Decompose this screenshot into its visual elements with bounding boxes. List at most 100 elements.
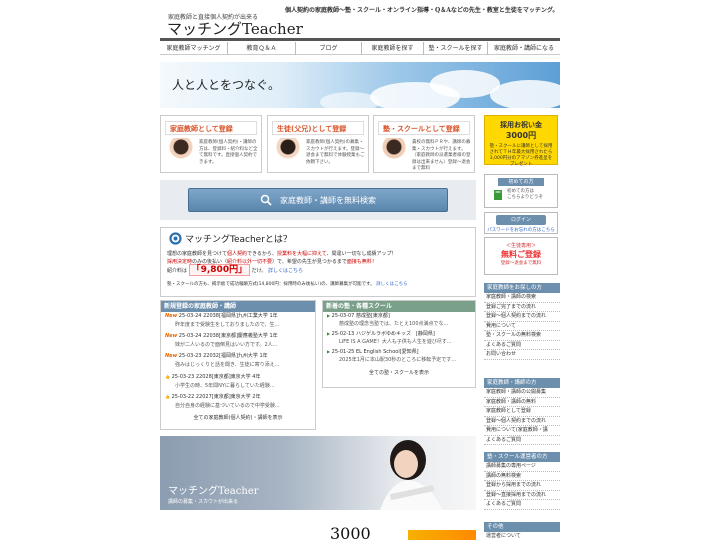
login-button[interactable]: ログイン xyxy=(496,215,546,225)
free-search-label: 家庭教師・講師を無料検索 xyxy=(280,195,376,205)
register-student-card[interactable]: 生徒(父兄)として登録 家庭教師(個人契約)の募集・スカウトが行えます。登録〜退… xyxy=(267,115,369,173)
hero-text: 人と人とをつなぐ。 xyxy=(172,78,281,92)
side-section-heading: その他 xyxy=(484,522,560,532)
register-teacher-title[interactable]: 家庭教師として登録 xyxy=(165,121,257,135)
side-link[interactable]: お問い合わせ xyxy=(484,350,560,360)
all-teachers-link[interactable]: 全ての家庭教師(個人契約)・講師を表示 xyxy=(161,414,315,421)
register-student-title[interactable]: 生徒(父兄)として登録 xyxy=(272,121,364,135)
search-band: 家庭教師・講師を無料検索 xyxy=(160,180,476,220)
bottom-banner[interactable]: 3000 xyxy=(160,526,476,540)
side-section-heading: 家庭教師・講師の方 xyxy=(484,378,560,388)
side-link[interactable]: 運営者について xyxy=(484,532,560,540)
side-link[interactable]: よくあるご質問 xyxy=(484,500,560,510)
bonus-banner[interactable]: 採用お祝い金 3000円 塾・スクールに講師として採用されてＴＨ年最大採用された… xyxy=(484,115,558,167)
site-tagline: 個人契約の家庭教師〜塾・スクール・オンライン指導・Q＆Aなどの先生・教室と生徒を… xyxy=(285,7,559,14)
teacher-photo xyxy=(167,138,195,170)
school-row[interactable]: ▶ 25-01-25 EL English School[愛知県] 2025年1月… xyxy=(323,348,475,366)
nav-item-qa[interactable]: 教育Ｑ＆Ａ xyxy=(228,42,296,55)
search-icon xyxy=(260,194,272,206)
side-section-heading: 塾・スクール運営者の方 xyxy=(484,452,560,462)
register-school-card[interactable]: 塾・スクールとして登録 貴校の無料ＰＲや、講師の募集・スカウトが行えます。（家庭… xyxy=(373,115,475,173)
side-link[interactable]: 家庭教師・講師の無料 xyxy=(484,398,560,407)
teacher-row[interactable]: New 25-03-24 22038[東京都]慶應義塾大学 1年 妹が二人いるので… xyxy=(161,332,315,352)
new-schools-panel: 新着の塾・各種スクール ▶ 25-03-07 慈成塾[東京都] 慈成塾の理念当塾で… xyxy=(322,300,476,388)
login-box: ログイン パスワードをお忘れの方はこちら xyxy=(484,212,558,234)
fee-price: 「9,800円」 xyxy=(188,264,251,276)
forgot-password-link[interactable]: パスワードをお忘れの方はこちら xyxy=(485,227,557,233)
side-link[interactable]: 家庭教師として登録 xyxy=(484,407,560,417)
all-schools-link[interactable]: 全ての塾・スクールを表示 xyxy=(339,369,459,376)
arrow-icon: ▶ xyxy=(327,313,331,318)
side-link[interactable]: よくあるご質問 xyxy=(484,341,560,350)
promo-banner[interactable]: マッチングTeacher 講師の募集・スカウトが出来る xyxy=(160,436,476,510)
side-link[interactable]: 家庭教師・講師の検索 xyxy=(484,293,560,303)
hero-banner: 人と人とをつなぐ。 xyxy=(160,62,560,108)
side-link[interactable]: 登録ご完了までの流れ xyxy=(484,303,560,312)
new-schools-heading: 新着の塾・各種スクール xyxy=(323,301,475,312)
side-link[interactable]: 登録〜個人契約までの流れ xyxy=(484,417,560,426)
student-only-label: ＜生徒専用＞ xyxy=(505,243,536,249)
side-link[interactable]: 講師募集の専用ページ xyxy=(484,462,560,472)
new-teachers-panel: 新規登録の家庭教師・講師 New 25-03-24 22038[福岡県]九州工業… xyxy=(160,300,316,430)
side-section-parents: 家庭教師をお探しの方 家庭教師・講師の検索 登録ご完了までの流れ 登録〜個人契約… xyxy=(484,283,560,360)
nav-item-matching[interactable]: 家庭教師マッチング xyxy=(160,42,228,55)
school-photo xyxy=(380,138,408,170)
side-section-schools: 塾・スクール運営者の方 講師募集の専用ページ 講師の無料検索 登録から採用までの… xyxy=(484,452,560,510)
promo-subtitle: 講師の募集・スカウトが出来る xyxy=(168,499,239,505)
main-nav: 家庭教師マッチング 教育Ｑ＆Ａ ブログ 家庭教師を探す 塾・スクールを探す 家庭… xyxy=(160,42,560,55)
about-text: 理想の家庭教師を見つけて個人契約できるから、授業料を大幅に抑えて、間違い一切なし… xyxy=(167,251,397,276)
teacher-row[interactable]: 👍 25-03-23 22028[東京都]東京大学 4年 小学生の時、5年間NYに… xyxy=(161,372,315,392)
side-section-other: その他 運営者について xyxy=(484,522,560,540)
new-teachers-heading: 新規登録の家庭教師・講師 xyxy=(161,301,315,312)
first-time-heading: 初めての方 xyxy=(498,178,544,186)
bottom-banner-accent xyxy=(408,530,476,540)
bonus-amount: 3000円 xyxy=(505,131,537,140)
side-section-teachers: 家庭教師・講師の方 家庭教師・講師の公開募集 家庭教師・講師の無料 家庭教師とし… xyxy=(484,378,560,445)
bonus-title: 採用お祝い金 xyxy=(500,121,542,129)
register-school-title[interactable]: 塾・スクールとして登録 xyxy=(378,121,470,135)
teacher-row[interactable]: New 25-03-24 22038[福岡県]九州工業大学 1年 昨年度まで受験生… xyxy=(161,312,315,332)
bottom-banner-number: 3000 xyxy=(330,526,371,540)
fee-details-link[interactable]: 詳しくはこちら xyxy=(268,268,303,274)
arrow-icon: ▶ xyxy=(327,349,331,354)
register-student-desc: 家庭教師(個人契約)の募集・スカウトが行えます。登録〜退会まで無料で体験授業もご… xyxy=(306,140,365,165)
side-section-heading: 家庭教師をお探しの方 xyxy=(484,283,560,293)
side-link[interactable]: 登録〜個人契約までの流れ xyxy=(484,312,560,322)
side-link[interactable]: 講師の無料検索 xyxy=(484,472,560,481)
about-school-text: 塾・スクールの方も、掲示板で成功報酬方式(14,800円：採用時のみ後払い)の、… xyxy=(167,282,408,287)
side-link[interactable]: 登録〜直接採用までの流れ xyxy=(484,491,560,500)
thumb-icon: 👍 xyxy=(165,374,170,379)
school-details-link[interactable]: 詳しくはこちら xyxy=(376,282,408,287)
side-link[interactable]: 費用について xyxy=(484,322,560,331)
side-link[interactable]: 家庭教師・講師の公開募集 xyxy=(484,388,560,398)
nav-item-find-tutor[interactable]: 家庭教師を探す xyxy=(362,42,424,55)
nav-item-become-tutor[interactable]: 家庭教師・講師になる xyxy=(488,42,560,55)
school-row[interactable]: ▶ 25-03-07 慈成塾[東京都] 慈成塾の理念当塾では、たとえ100点満点で… xyxy=(323,312,475,330)
register-teacher-card[interactable]: 家庭教師として登録 家庭教師(個人契約)・講師の方は、登録料・紹介料など全て無料… xyxy=(160,115,262,173)
side-link[interactable]: よくあるご質問 xyxy=(484,436,560,445)
arrow-icon: ▶ xyxy=(327,331,331,336)
site-logo[interactable]: マッチングTeacher xyxy=(167,18,303,39)
bonus-desc: 塾・スクールに講師として採用されてＴＨ年最大採用されたら3,000円分のアマゾン… xyxy=(489,144,553,167)
side-link[interactable]: 登録から採用までの流れ xyxy=(484,481,560,491)
first-time-box[interactable]: 初めての方 初めての方は こちらよりどうぞ xyxy=(484,174,558,208)
student-register-banner[interactable]: ＜生徒専用＞ 無料ご登録 登録〜退会まで無料 xyxy=(484,237,558,275)
free-register-sub: 登録〜退会まで無料 xyxy=(500,261,542,266)
header-divider xyxy=(160,38,560,41)
promo-title: マッチングTeacher xyxy=(168,486,259,497)
student-photo xyxy=(380,440,442,510)
teacher-row[interactable]: 👍 25-03-22 22027[東京都]東京大学 2年 自分自身の経験に基づいて… xyxy=(161,392,315,412)
side-link[interactable]: 塾・スクールの無料検索 xyxy=(484,331,560,341)
register-school-desc: 貴校の無料ＰＲや、講師の募集・スカウトが行えます。（家庭教師の派遣業者様の登録は… xyxy=(412,140,471,171)
book-icon xyxy=(494,190,502,200)
free-search-button[interactable]: 家庭教師・講師を無料検索 xyxy=(188,188,448,212)
teacher-row[interactable]: New 25-03-23 22032[福岡県]九州大学 1年 強みはじっくりと話を… xyxy=(161,352,315,372)
nav-item-blog[interactable]: ブログ xyxy=(296,42,362,55)
school-row[interactable]: ▶ 25-02-13 ハジゲルラボゆめキッズ [静岡県] LIFE IS A GA… xyxy=(323,330,475,348)
about-title: マッチングTeacherとは？ xyxy=(185,235,292,245)
about-section: マッチングTeacherとは？ 理想の家庭教師を見つけて個人契約できるから、授業… xyxy=(160,227,476,297)
first-time-text: 初めての方は こちらよりどうぞ xyxy=(507,189,543,200)
student-photo xyxy=(274,138,302,170)
nav-item-find-school[interactable]: 塾・スクールを探す xyxy=(424,42,488,55)
side-link[interactable]: 費用について(家庭教師・講 xyxy=(484,426,560,436)
